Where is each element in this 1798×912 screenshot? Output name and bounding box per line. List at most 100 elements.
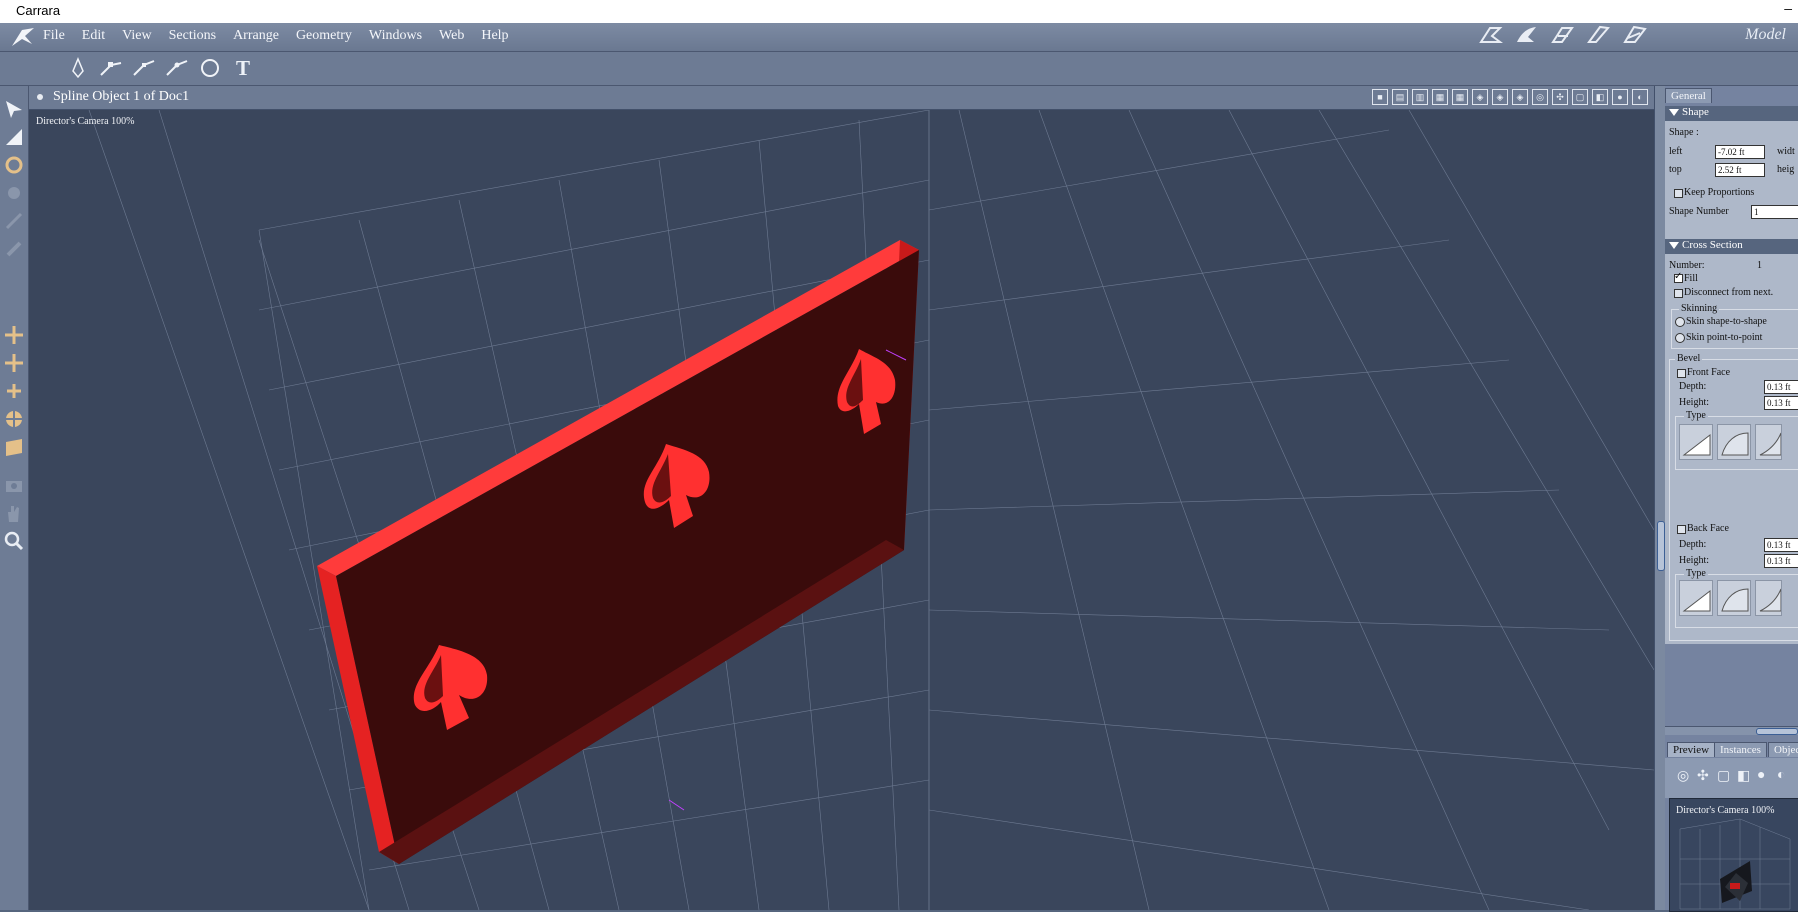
shading-tool-icon[interactable] <box>3 436 25 458</box>
scene-canvas[interactable] <box>29 110 1654 910</box>
3d-viewport[interactable]: Spline Object 1 of Doc1 ■ ▤ ▥ ▦ ▦ ◈ ◈ ◈ … <box>29 86 1654 910</box>
cube-shade-icon[interactable]: ◧ <box>1737 768 1750 785</box>
track-camera-icon[interactable] <box>3 380 25 402</box>
viewport-options-icon[interactable] <box>37 94 43 100</box>
disconnect-checkbox[interactable] <box>1674 289 1683 298</box>
solid-shield-icon[interactable]: ◈ <box>1492 89 1508 105</box>
back-height-field[interactable]: 0.13 ft <box>1764 554 1798 568</box>
menu-arrange[interactable]: Arrange <box>233 28 279 44</box>
tab-objects[interactable]: Objects <box>1768 742 1798 757</box>
panel-divider[interactable] <box>1665 726 1798 735</box>
add-point-tool-icon[interactable] <box>99 55 123 81</box>
dolly-tool-icon[interactable] <box>3 324 25 346</box>
preview-viewport[interactable]: Director's Camera 100% <box>1669 798 1798 912</box>
ellipse-tool-icon[interactable] <box>198 55 222 81</box>
snap-icon[interactable]: ✣ <box>1697 768 1709 785</box>
front-depth-field[interactable]: 0.13 ft <box>1764 380 1798 394</box>
sphere-render-icon[interactable]: ◐ <box>1632 89 1648 105</box>
room-storyboard-icon[interactable] <box>1550 24 1576 46</box>
front-height-field[interactable]: 0.13 ft <box>1764 396 1798 410</box>
room-texture-icon[interactable] <box>1586 24 1612 46</box>
bend-tool-icon[interactable] <box>3 210 25 232</box>
bevel-round-icon[interactable] <box>1717 424 1751 460</box>
back-depth-field[interactable]: 0.13 ft <box>1764 538 1798 552</box>
shape-label: Shape : <box>1669 127 1699 138</box>
shaded-shield-icon[interactable]: ◈ <box>1512 89 1528 105</box>
bevel-concave-icon[interactable] <box>1755 580 1782 616</box>
front-depth-label: Depth: <box>1679 381 1707 392</box>
menu-edit[interactable]: Edit <box>82 28 105 44</box>
menu-geometry[interactable]: Geometry <box>296 28 352 44</box>
back-face-checkbox[interactable] <box>1677 525 1686 534</box>
room-render-icon[interactable] <box>1622 24 1648 46</box>
room-assemble-icon[interactable] <box>1478 24 1504 46</box>
pan-camera-icon[interactable] <box>3 352 25 374</box>
top-field[interactable]: 2.52 ft <box>1715 163 1765 177</box>
height-label: heig <box>1777 164 1795 175</box>
shape-section-header[interactable]: Shape <box>1665 106 1798 121</box>
back-type-label: Type <box>1684 568 1708 579</box>
bounding-box-icon[interactable]: ▢ <box>1717 768 1730 785</box>
hand-pan-icon[interactable] <box>3 502 25 524</box>
cube-shade-icon[interactable]: ◧ <box>1592 89 1608 105</box>
scale-tool-icon[interactable] <box>3 182 25 204</box>
skin-point-radio[interactable] <box>1675 333 1685 343</box>
menu-web[interactable]: Web <box>439 28 464 44</box>
single-view-icon[interactable]: ■ <box>1372 89 1388 105</box>
divider-grip[interactable] <box>1756 728 1798 735</box>
orbit-camera-icon[interactable] <box>3 408 25 430</box>
menu-sections[interactable]: Sections <box>169 28 216 44</box>
convert-point-tool-icon[interactable] <box>165 55 189 81</box>
tab-instances[interactable]: Instances <box>1714 742 1767 757</box>
grid-views-icon[interactable]: ▦ <box>1452 89 1468 105</box>
skinning-group <box>1671 309 1798 349</box>
camera-target-icon[interactable]: ◎ <box>1532 89 1548 105</box>
viewport-header: Spline Object 1 of Doc1 ■ ▤ ▥ ▦ ▦ ◈ ◈ ◈ … <box>29 86 1654 110</box>
rotate-tool-icon[interactable] <box>3 154 25 176</box>
bevel-round-icon[interactable] <box>1717 580 1751 616</box>
minimize-button[interactable]: – <box>1784 0 1792 16</box>
sphere-render-icon[interactable]: ◐ <box>1777 768 1785 784</box>
selection-arrow-icon[interactable] <box>3 98 25 120</box>
splitter-grip[interactable] <box>1657 521 1665 571</box>
corner-point-tool-icon[interactable] <box>132 55 156 81</box>
bevel-label: Bevel <box>1675 353 1703 364</box>
keep-proportions-checkbox[interactable] <box>1674 189 1683 198</box>
sphere-shade-icon[interactable]: ● <box>1612 89 1628 105</box>
camera-target-icon[interactable]: ◎ <box>1677 768 1689 785</box>
two-views-icon[interactable]: ▤ <box>1392 89 1408 105</box>
tab-general[interactable]: General <box>1665 88 1712 103</box>
camera-icon[interactable] <box>3 474 25 496</box>
bevel-concave-icon[interactable] <box>1755 424 1782 460</box>
cross-section-header[interactable]: Cross Section <box>1665 239 1798 254</box>
skin-shape-radio[interactable] <box>1675 317 1685 327</box>
carrara-logo-icon[interactable] <box>10 26 36 52</box>
room-model-icon[interactable] <box>1514 24 1540 46</box>
four-views-icon[interactable]: ▦ <box>1432 89 1448 105</box>
spline-object-plate[interactable] <box>317 240 919 864</box>
skin-shape-label: Skin shape-to-shape <box>1686 316 1767 327</box>
front-face-checkbox[interactable] <box>1677 369 1686 378</box>
menu-help[interactable]: Help <box>481 28 508 44</box>
link-tool-icon[interactable] <box>3 238 25 260</box>
panel-splitter[interactable] <box>1654 86 1665 910</box>
tab-preview[interactable]: Preview <box>1667 742 1716 757</box>
text-tool-icon[interactable]: T <box>231 55 255 81</box>
left-field[interactable]: -7.02 ft <box>1715 145 1765 159</box>
shape-number-field[interactable]: 1 <box>1751 205 1798 219</box>
three-views-icon[interactable]: ▥ <box>1412 89 1428 105</box>
bevel-flat-icon[interactable] <box>1679 424 1713 460</box>
menu-windows[interactable]: Windows <box>369 28 422 44</box>
menu-view[interactable]: View <box>122 28 151 44</box>
bevel-flat-icon[interactable] <box>1679 580 1713 616</box>
zoom-magnifier-icon[interactable] <box>3 530 25 552</box>
wire-shield-icon[interactable]: ◈ <box>1472 89 1488 105</box>
snap-icon[interactable]: ✣ <box>1552 89 1568 105</box>
menu-file[interactable]: File <box>43 28 65 44</box>
pen-tool-icon[interactable] <box>66 55 90 81</box>
front-face-label: Front Face <box>1687 367 1731 378</box>
skinning-label: Skinning <box>1679 303 1720 314</box>
bounding-box-icon[interactable]: ▢ <box>1572 89 1588 105</box>
sphere-shade-icon[interactable]: ● <box>1757 768 1765 784</box>
move-tool-icon[interactable] <box>3 126 25 148</box>
